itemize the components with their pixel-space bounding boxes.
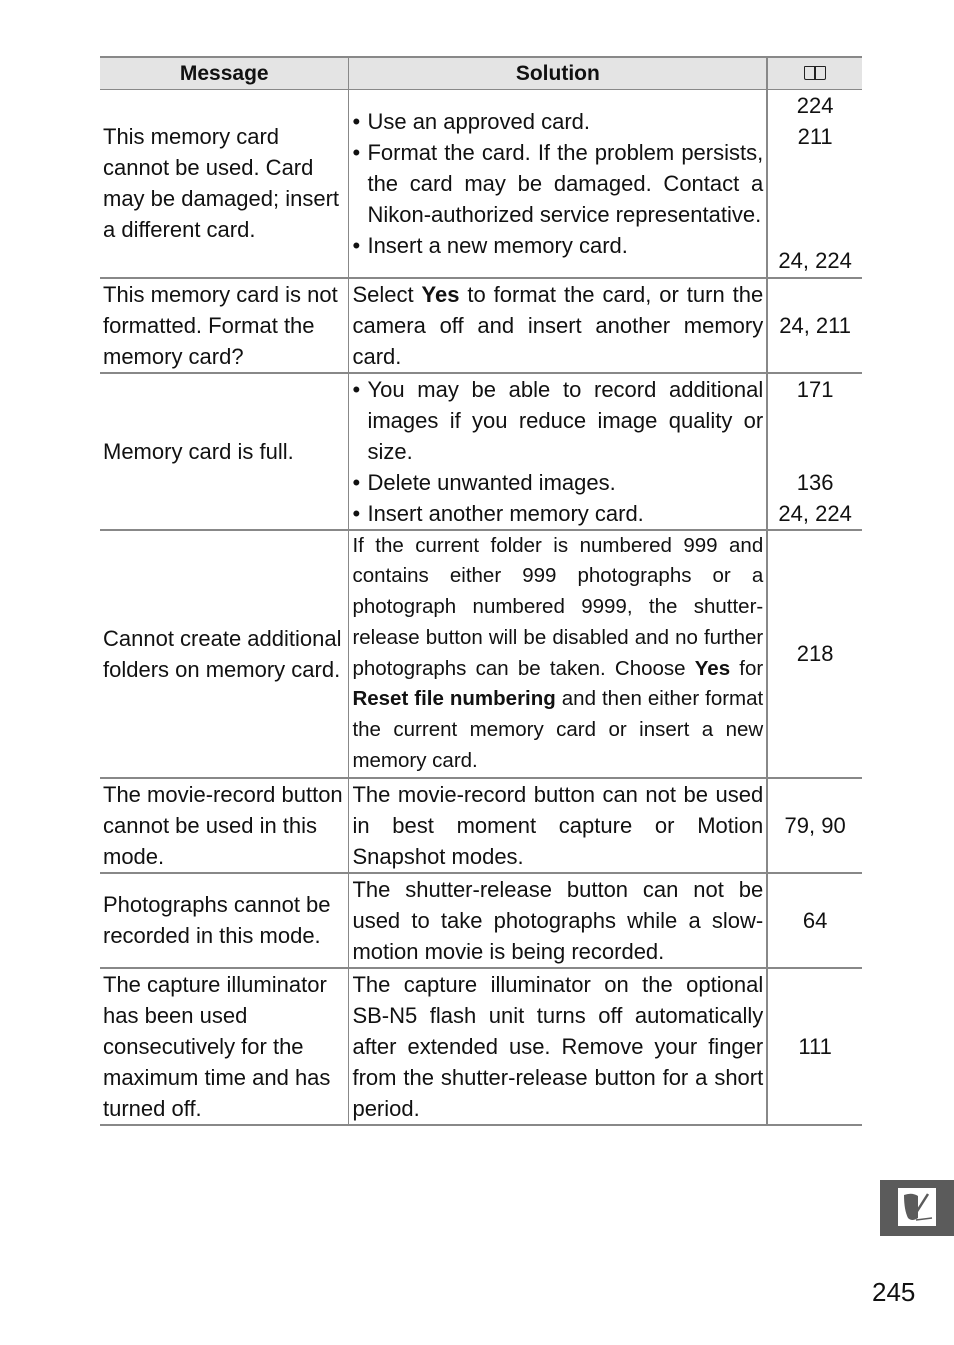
- page-ref[interactable]: 24, 224: [771, 245, 859, 276]
- bullet-item: • Use an approved card.: [352, 108, 591, 134]
- table-row: This memory card is not formatted. Forma…: [100, 277, 862, 374]
- bullet-item: • Delete unwanted images.: [352, 469, 616, 495]
- solution-cell: The movie-record button can not be used …: [348, 777, 769, 874]
- message-cell: This memory card cannot be used. Card ma…: [100, 89, 349, 279]
- page-ref-cell: 171 136 24, 224: [767, 372, 862, 531]
- page-ref[interactable]: 24, 224: [771, 498, 859, 529]
- page-ref[interactable]: 224: [771, 90, 859, 121]
- table-header-row: Message Solution: [100, 56, 862, 90]
- header-page-ref: [767, 56, 862, 90]
- page-ref[interactable]: 136: [771, 467, 859, 498]
- bullet-item: • Format the card. If the problem persist…: [352, 139, 764, 227]
- book-icon: [804, 66, 827, 80]
- message-cell: The movie-record button cannot be used i…: [100, 777, 349, 874]
- solution-cell: • You may be able to record additional im…: [348, 372, 769, 531]
- page-ref[interactable]: 24, 211: [767, 277, 862, 374]
- message-cell: This memory card is not formatted. Forma…: [100, 277, 349, 374]
- table-row: This memory card cannot be used. Card ma…: [100, 89, 862, 279]
- solution-cell: The shutter-release button can not be us…: [348, 872, 769, 969]
- table-row: Photographs cannot be recorded in this m…: [100, 872, 862, 969]
- page-ref[interactable]: 79, 90: [767, 777, 862, 874]
- solution-cell: The capture illuminator on the optional …: [348, 967, 769, 1126]
- table-row: The capture illuminator has been used co…: [100, 967, 862, 1126]
- troubleshooting-pen-icon: [898, 1188, 936, 1226]
- table-row: Cannot create additional folders on memo…: [100, 529, 862, 779]
- header-solution: Solution: [348, 56, 769, 90]
- bullet-item: • You may be able to record additional im…: [352, 376, 764, 464]
- page-ref[interactable]: 211: [771, 121, 859, 152]
- solution-cell: • Use an approved card. • Format the card.…: [348, 89, 769, 279]
- table-row: The movie-record button cannot be used i…: [100, 777, 862, 874]
- page-number: 245: [872, 1277, 916, 1307]
- page-ref[interactable]: 64: [767, 872, 862, 969]
- troubleshooting-section-tab[interactable]: [880, 1180, 954, 1236]
- message-cell: Photographs cannot be recorded in this m…: [100, 872, 349, 969]
- page-ref[interactable]: 171: [771, 374, 859, 405]
- solution-cell: If the current folder is numbered 999 an…: [348, 529, 769, 779]
- page-ref-cell: 224 211 24, 224: [767, 89, 862, 279]
- table-row: Memory card is full. • You may be able to…: [100, 372, 862, 531]
- message-cell: Memory card is full.: [100, 372, 349, 531]
- bullet-item: • Insert another memory card.: [352, 500, 644, 526]
- message-cell: The capture illuminator has been used co…: [100, 967, 349, 1126]
- page-ref[interactable]: 111: [767, 967, 862, 1126]
- page-ref[interactable]: 218: [767, 529, 862, 779]
- message-cell: Cannot create additional folders on memo…: [100, 529, 349, 779]
- header-message: Message: [100, 56, 349, 90]
- solution-cell: Select Yes to format the card, or turn t…: [348, 277, 769, 374]
- bullet-item: • Insert a new memory card.: [352, 232, 628, 258]
- error-message-table: Message Solution This memory card cannot…: [100, 56, 862, 1126]
